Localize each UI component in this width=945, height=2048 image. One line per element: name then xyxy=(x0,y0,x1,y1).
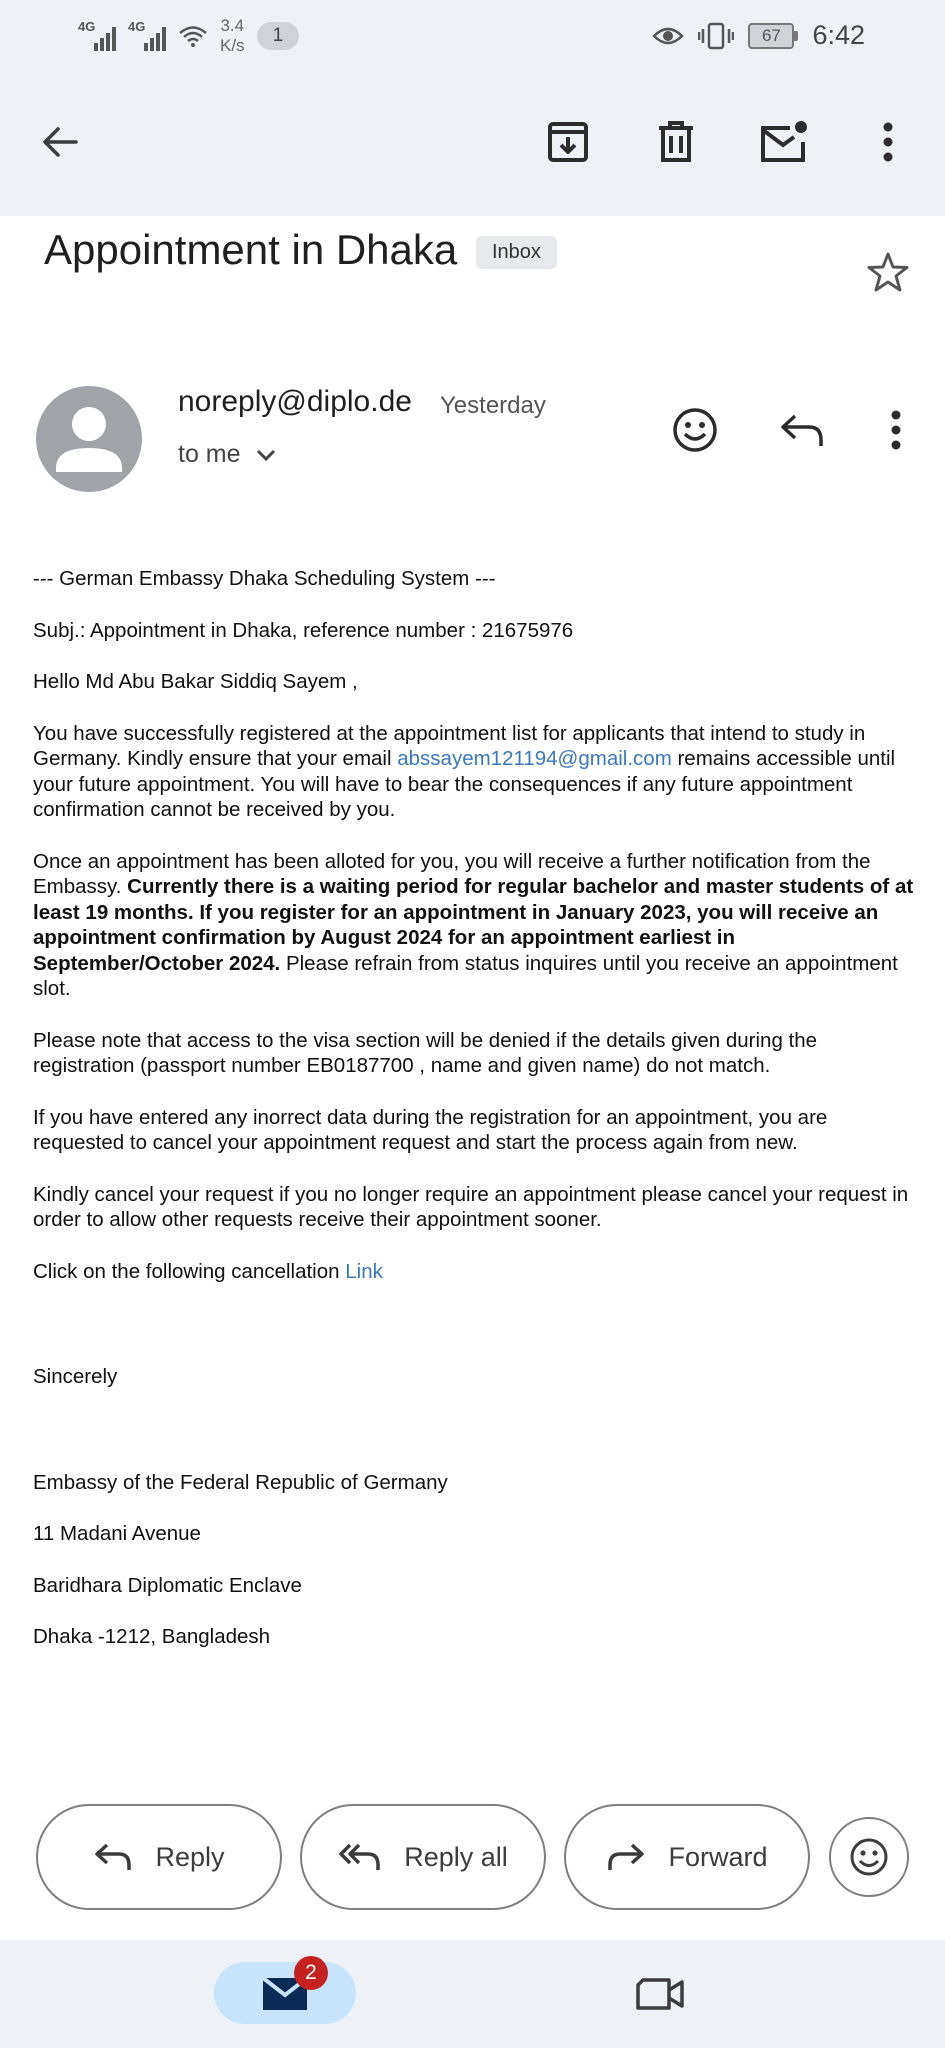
unread-badge: 2 xyxy=(294,1956,328,1990)
archive-icon xyxy=(548,122,588,162)
top-app-bar xyxy=(0,84,945,216)
sender-avatar[interactable] xyxy=(36,386,142,492)
battery-level: 67 xyxy=(748,22,795,49)
network-speed: 3.4 K/s xyxy=(220,16,245,56)
signature-line-1: Embassy of the Federal Republic of Germa… xyxy=(33,1470,448,1494)
mark-unread-button[interactable] xyxy=(756,114,812,170)
wifi-icon xyxy=(179,26,207,47)
back-arrow-icon xyxy=(43,127,78,157)
vibrate-icon xyxy=(698,22,735,49)
more-vert-icon xyxy=(891,410,901,450)
signature-line-4: Dhaka -1212, Bangladesh xyxy=(33,1625,271,1648)
reply-icon xyxy=(95,1843,132,1870)
more-options-button[interactable] xyxy=(860,114,916,170)
delete-button[interactable] xyxy=(648,114,704,170)
body-paragraph-4: If you have entered any inorrect data du… xyxy=(33,1105,828,1155)
more-vert-icon xyxy=(883,122,893,162)
add-reaction-button[interactable] xyxy=(667,402,723,458)
reply-all-button[interactable]: Reply all xyxy=(300,1804,546,1910)
reply-label: Reply xyxy=(155,1841,225,1872)
body-paragraph-1: You have successfully registered at the … xyxy=(33,721,896,822)
mail-tab[interactable] xyxy=(214,1962,356,2024)
cell-signal-icon: 4G xyxy=(78,19,116,51)
forward-label: Forward xyxy=(668,1841,768,1872)
recipient-label: to me xyxy=(178,440,241,468)
chevron-down-icon xyxy=(256,449,275,461)
network-type-label: 4G xyxy=(128,19,146,34)
body-closing: Sincerely xyxy=(33,1365,118,1388)
body-paragraph-5: Kindly cancel your request if you no lon… xyxy=(33,1182,909,1232)
mark-unread-icon xyxy=(761,121,807,162)
meet-tab[interactable] xyxy=(630,1966,690,2022)
reply-icon xyxy=(781,414,823,446)
recipient-toggle[interactable]: to me xyxy=(178,440,277,469)
back-button[interactable] xyxy=(32,114,88,170)
body-header: --- German Embassy Dhaka Scheduling Syst… xyxy=(33,567,496,590)
inbox-label-chip[interactable]: Inbox xyxy=(476,236,557,269)
clock: 6:42 xyxy=(812,20,865,50)
body-paragraph-3: Please note that access to the visa sect… xyxy=(33,1028,818,1078)
person-icon xyxy=(56,407,122,472)
emoji-icon xyxy=(850,1838,888,1876)
signature-line-3: Baridhara Diplomatic Enclave xyxy=(33,1573,302,1597)
video-camera-icon xyxy=(636,1978,684,2010)
star-button[interactable] xyxy=(866,250,918,302)
forward-button[interactable]: Forward xyxy=(564,1804,810,1910)
cancellation-link[interactable]: Link xyxy=(345,1260,383,1283)
body-subject-line: Subj.: Appointment in Dhaka, reference n… xyxy=(33,618,574,642)
body-paragraph-6: Click on the following cancellation Link xyxy=(33,1259,383,1283)
signature-line-2: 11 Madani Avenue xyxy=(33,1522,201,1545)
archive-button[interactable] xyxy=(540,114,596,170)
body-greeting: Hello Md Abu Bakar Siddiq Sayem , xyxy=(33,670,358,693)
speed-value: 3.4 xyxy=(220,16,245,35)
status-left: 4G 4G 3.4 K/s 1 xyxy=(78,16,300,56)
email-subject: Appointment in Dhaka xyxy=(44,226,458,273)
emoji-icon xyxy=(673,408,717,452)
email-body: --- German Embassy Dhaka Scheduling Syst… xyxy=(33,566,923,1650)
status-bar: 4G 4G 3.4 K/s 1 67 6:42 xyxy=(0,0,945,84)
battery-icon: 67 xyxy=(748,22,799,49)
body-paragraph-2: Once an appointment has been alloted for… xyxy=(33,849,914,1001)
sender-address[interactable]: noreply@diplo.de xyxy=(178,385,412,419)
eye-comfort-icon xyxy=(652,27,685,44)
email-link[interactable]: abssayem121194@gmail.com xyxy=(397,747,672,770)
bottom-navigation: 2 xyxy=(0,1940,945,2048)
reply-icon-button[interactable] xyxy=(774,402,830,458)
speed-unit: K/s xyxy=(220,36,245,55)
reply-all-icon xyxy=(339,1843,380,1870)
message-more-button[interactable] xyxy=(868,402,924,458)
cell-signal-icon: 4G xyxy=(128,19,166,51)
reply-button[interactable]: Reply xyxy=(36,1804,282,1910)
notification-count: 1 xyxy=(256,22,300,50)
reply-all-label: Reply all xyxy=(404,1841,508,1872)
network-type-label: 4G xyxy=(78,19,96,34)
react-emoji-button[interactable] xyxy=(829,1817,909,1897)
forward-icon xyxy=(608,1843,645,1870)
star-icon xyxy=(867,252,909,292)
trash-icon xyxy=(659,121,693,162)
email-date: Yesterday xyxy=(440,392,546,419)
status-right: 67 6:42 xyxy=(652,20,865,51)
